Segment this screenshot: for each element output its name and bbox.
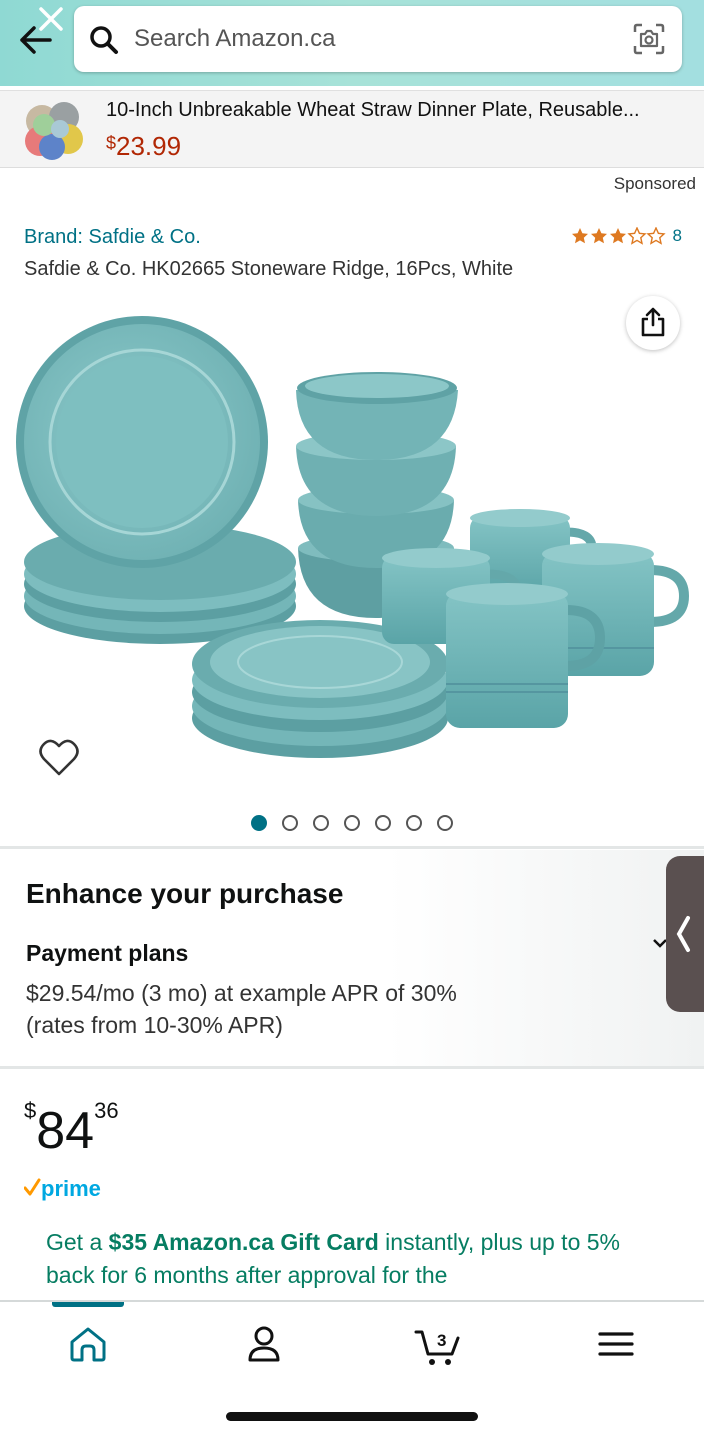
rating-count[interactable]: 8 — [673, 226, 682, 246]
sponsored-product-thumbnail[interactable] — [20, 95, 90, 165]
cart-count: 3 — [437, 1331, 446, 1350]
gift-card-offer[interactable]: Get a $35 Amazon.ca Gift Card instantly,… — [46, 1226, 666, 1292]
product-title: Safdie & Co. HK02665 Stoneware Ridge, 16… — [24, 258, 514, 280]
top-header — [0, 0, 704, 86]
image-carousel-dots[interactable] — [251, 815, 453, 831]
payment-plan-rates: (rates from 10-30% APR) — [26, 1012, 283, 1038]
chevron-left-icon — [676, 916, 690, 952]
account-icon[interactable] — [242, 1324, 292, 1368]
carousel-dot[interactable] — [375, 815, 391, 831]
carousel-dot[interactable] — [344, 815, 360, 831]
section-divider — [0, 846, 704, 849]
svg-text:prime: prime — [41, 1176, 101, 1201]
carousel-dot[interactable] — [251, 815, 267, 831]
section-divider — [0, 1066, 704, 1069]
menu-icon[interactable] — [594, 1324, 644, 1368]
rating-summary[interactable]: 8 — [571, 226, 682, 246]
brand-link[interactable]: Brand: Safdie & Co. — [24, 226, 201, 249]
star-rating — [571, 227, 667, 245]
enhance-purchase-section: Enhance your purchase Payment plans $29.… — [0, 850, 704, 1066]
product-image[interactable] — [0, 300, 704, 780]
carousel-dot[interactable] — [282, 815, 298, 831]
sponsored-product-price: $23.99 — [106, 131, 182, 161]
search-icon — [88, 24, 120, 56]
payment-plans-title[interactable]: Payment plans — [26, 940, 188, 967]
search-bar[interactable] — [74, 6, 682, 72]
home-indicator-bar[interactable] — [226, 1412, 478, 1421]
sponsored-product-title[interactable]: 10-Inch Unbreakable Wheat Straw Dinner P… — [106, 99, 640, 122]
cart-icon[interactable]: 3 — [414, 1324, 464, 1368]
payment-plan-detail: $29.54/mo (3 mo) at example APR of 30% — [26, 980, 457, 1006]
carousel-dot[interactable] — [313, 815, 329, 831]
product-price: $8436 — [24, 1098, 119, 1160]
prime-badge: prime — [23, 1174, 114, 1209]
enhance-heading: Enhance your purchase — [26, 878, 344, 909]
search-input[interactable] — [134, 20, 594, 58]
home-icon[interactable] — [66, 1324, 116, 1368]
sponsored-product-banner[interactable]: 10-Inch Unbreakable Wheat Straw Dinner P… — [0, 90, 704, 168]
close-icon[interactable] — [36, 4, 66, 34]
camera-lens-icon[interactable] — [632, 22, 666, 56]
carousel-dot[interactable] — [437, 815, 453, 831]
wishlist-heart-icon[interactable] — [38, 738, 80, 778]
sponsored-label[interactable]: Sponsored — [614, 174, 696, 194]
carousel-dot[interactable] — [406, 815, 422, 831]
gift-card-highlight[interactable]: $35 Amazon.ca Gift Card — [109, 1229, 379, 1255]
active-tab-indicator — [52, 1302, 124, 1307]
side-panel-handle[interactable] — [666, 856, 704, 1012]
